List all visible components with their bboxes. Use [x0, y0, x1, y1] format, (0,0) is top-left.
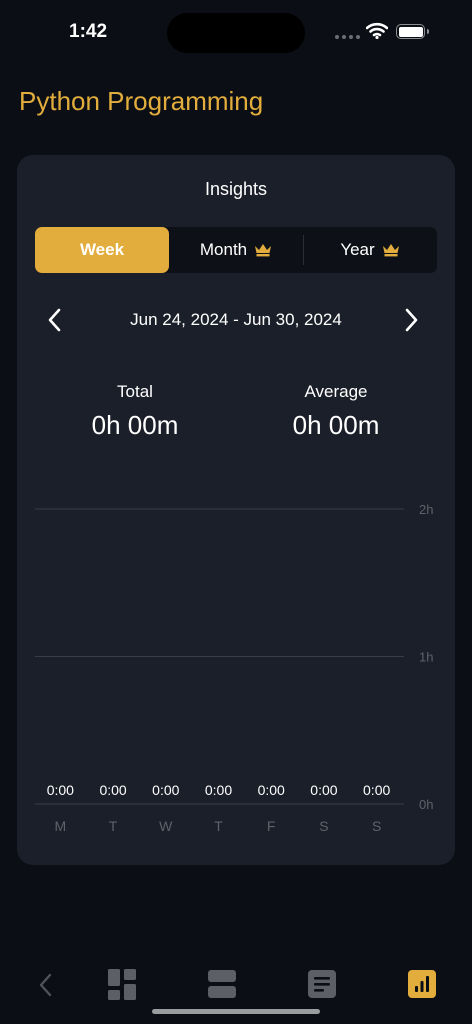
period-segmented-control: Week Month Year [35, 227, 437, 273]
tab-year[interactable]: Year [303, 227, 437, 273]
total-stat: Total 0h 00m [35, 382, 235, 441]
y-tick-label: 0h [419, 797, 433, 812]
x-tick-label: S [372, 818, 381, 834]
bar-data-label: 0:00 [152, 782, 179, 798]
dynamic-island [167, 13, 305, 53]
crown-icon [255, 244, 272, 257]
date-range-label: Jun 24, 2024 - Jun 30, 2024 [130, 310, 342, 329]
insights-title: Insights [204, 179, 268, 199]
notes-icon[interactable] [307, 967, 337, 1001]
bar-data-label: 0:00 [363, 782, 390, 798]
insights-card: Insights Week Month Year Jun 24, 2024 - … [17, 155, 455, 865]
dashboard-icon[interactable] [107, 967, 137, 1001]
y-tick-label: 2h [419, 502, 433, 517]
status-bar: 1:42 [0, 0, 472, 64]
wifi-icon [366, 22, 388, 39]
x-tick-label: W [159, 818, 173, 834]
segment-divider [303, 235, 304, 265]
tab-month[interactable]: Month [169, 227, 303, 273]
status-time: 1:42 [69, 21, 108, 42]
y-tick-label: 1h [419, 650, 433, 665]
bar-data-label: 0:00 [310, 782, 337, 798]
page-title: Python Programming [19, 86, 264, 116]
weekly-time-chart: 0h 1h 2h 0:00 M 0:00 T 0:00 W 0:00 T 0:00 F 0:00 S 0:00… [35, 502, 433, 834]
tab-month-label: Month [199, 240, 248, 259]
average-stat: Average 0h 00m [236, 382, 436, 441]
bar-data-label: 0:00 [99, 782, 126, 798]
crown-icon [382, 244, 399, 257]
sections-icon[interactable] [207, 967, 237, 1001]
x-tick-label: T [214, 818, 223, 834]
back-chevron-icon[interactable] [34, 967, 58, 1003]
bar-data-label: 0:00 [47, 782, 74, 798]
average-label: Average [304, 382, 368, 401]
next-week-chevron-icon[interactable] [401, 307, 421, 333]
tab-year-label: Year [340, 240, 375, 259]
battery-icon [396, 24, 425, 39]
cellular-signal-icon [335, 35, 360, 39]
battery-tip [427, 29, 429, 34]
insights-chart-icon[interactable] [407, 967, 437, 1001]
home-indicator [152, 1009, 320, 1014]
date-navigator: Jun 24, 2024 - Jun 30, 2024 [17, 305, 455, 335]
bar-data-label: 0:00 [205, 782, 232, 798]
x-tick-label: S [319, 818, 328, 834]
average-value: 0h 00m [292, 410, 380, 440]
total-value: 0h 00m [91, 410, 179, 440]
tab-week[interactable]: Week [35, 227, 169, 273]
bar-data-label: 0:00 [258, 782, 285, 798]
x-tick-label: F [267, 818, 276, 834]
x-tick-label: M [55, 818, 67, 834]
total-label: Total [117, 382, 153, 401]
tab-week-label: Week [79, 240, 125, 259]
x-tick-label: T [109, 818, 118, 834]
